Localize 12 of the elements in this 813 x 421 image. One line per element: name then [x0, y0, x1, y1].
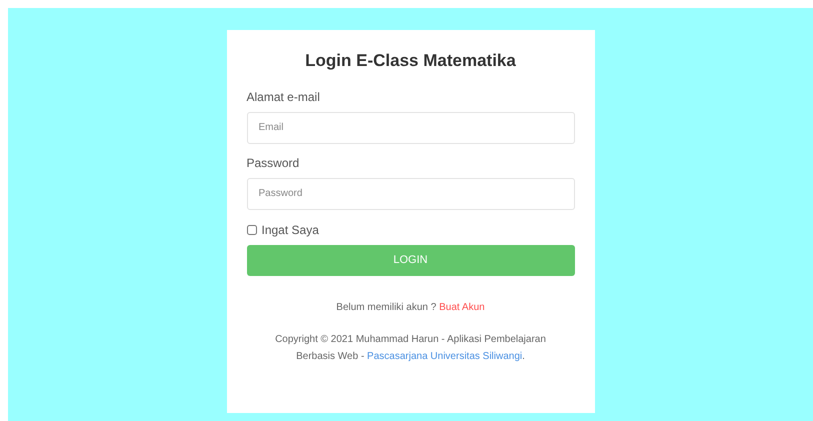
field-label: Password [246, 154, 300, 172]
login-button[interactable]: LOGIN [246, 244, 574, 276]
remember-label: Ingat Saya [262, 222, 319, 238]
remember-checkbox[interactable] [246, 224, 256, 234]
field-label: Alamat e-mail [246, 88, 321, 106]
signup-prompt: Belum memiliki akun ? Buat Akun [335, 300, 486, 314]
university-link[interactable]: Pascasarjana Universitas Siliwangi [367, 350, 522, 362]
input-field[interactable]: Email [246, 112, 574, 144]
input-field[interactable]: Password [246, 178, 574, 210]
signup-link[interactable]: Buat Akun [439, 302, 485, 312]
login-title: Login E-Class Matematika [304, 50, 517, 72]
copyright-text: Copyright © 2021 Muhammad Harun - Aplikasi Pembelajaran Berbasis Web - Pascasarjana Universitas Siliwangi. [274, 332, 547, 364]
